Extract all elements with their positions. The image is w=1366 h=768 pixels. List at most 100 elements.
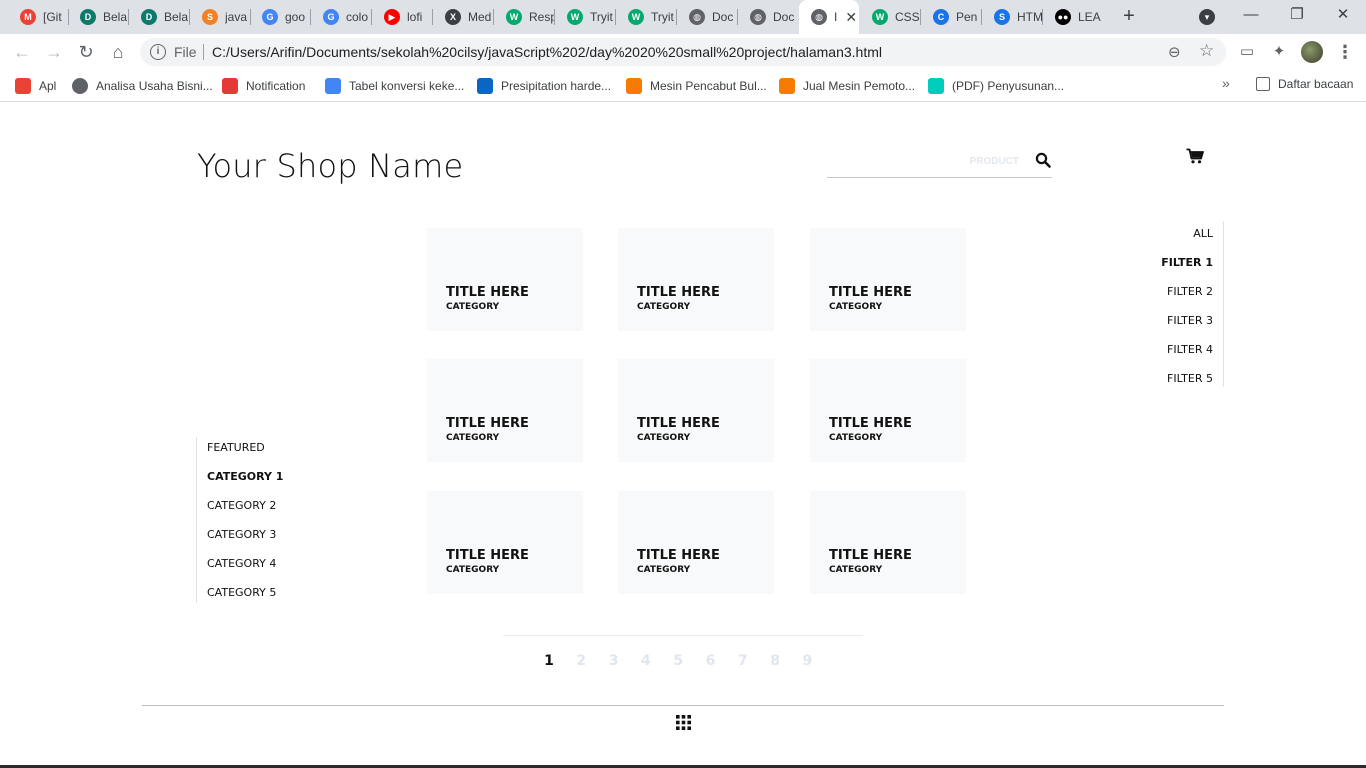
tab-title: HTM [1017,10,1042,24]
browser-tab[interactable]: W CSS [860,6,920,28]
filter-item[interactable]: FILTER 4 [1167,343,1213,356]
bookmark-item[interactable]: Mesin Pencabut Bul... [626,77,767,95]
category-item[interactable]: CATEGORY 1 [207,470,283,483]
shop-page: Your Shop Name ALL FILTER 1 FILTER 2 FILTER… [0,103,1366,768]
forward-icon[interactable]: → [43,41,65,63]
product-title: TITLE HERE [446,416,529,431]
page-number[interactable]: 9 [799,653,815,669]
bookmark-item[interactable]: Notification [222,77,305,95]
browser-tab[interactable]: Sjava [190,6,250,28]
browser-tab[interactable]: X Med [433,6,493,28]
reload-icon[interactable]: ↻ [75,41,97,63]
bookmark-star-icon[interactable]: ☆ [1199,41,1214,61]
tab-title: java [225,10,248,24]
browser-tab[interactable]: D Bela [68,6,128,28]
browser-tab[interactable]: W Tryit [616,6,676,28]
reading-list-button[interactable]: Daftar bacaan [1256,77,1353,91]
page-number[interactable]: 7 [735,653,751,669]
close-window-icon[interactable]: ✕ [1332,4,1354,26]
browser-tab[interactable]: D Bela [129,6,189,28]
product-card[interactable]: TITLE HERE CATEGORY [810,491,966,594]
bookmark-item[interactable]: Analisa Usaha Bisni... [72,77,213,95]
back-icon[interactable]: ← [11,41,33,63]
browser-tab[interactable]: C Pen [921,6,981,28]
bookmark-label: Notification [246,79,306,93]
apps-grid-icon [15,78,31,94]
page-number[interactable]: 1 [541,653,557,669]
restore-icon[interactable]: ❐ [1286,4,1308,26]
browser-tab[interactable]: W Tryit [555,6,615,28]
product-card[interactable]: TITLE HERE CATEGORY [618,228,774,331]
page-number[interactable]: 4 [638,653,654,669]
product-card[interactable]: TITLE HERE CATEGORY [618,359,774,462]
minimize-icon[interactable]: — [1240,4,1262,26]
page-number[interactable]: 2 [573,653,589,669]
filter-item[interactable]: FILTER 1 [1161,256,1213,269]
tab-favicon-icon: ◍ [750,9,766,25]
address-bar[interactable]: i File C:/Users/Arifin/Documents/sekolah… [140,38,1226,66]
tab-title: Tryit [590,10,613,24]
browser-tab[interactable]: S HTM [982,6,1042,28]
filter-item[interactable]: FILTER 3 [1167,314,1213,327]
page-number[interactable]: 3 [606,653,622,669]
bookmark-item[interactable]: Jual Mesin Pemoto... [779,77,915,95]
page-number[interactable]: 5 [670,653,686,669]
bookmark-label: Jual Mesin Pemoto... [803,79,916,93]
search-input[interactable] [827,151,1027,171]
bookmark-item[interactable]: Presipitation harde... [477,77,611,95]
browser-tab[interactable]: W Resp [494,6,554,28]
profile-avatar[interactable] [1301,41,1323,63]
browser-tab[interactable]: ▶ lofi [372,6,432,28]
category-item[interactable]: FEATURED [207,441,265,454]
bookmark-favicon-icon [72,78,88,94]
filter-item[interactable]: FILTER 2 [1167,285,1213,298]
product-card[interactable]: TITLE HERE CATEGORY [810,359,966,462]
product-title: TITLE HERE [829,548,912,563]
filter-item[interactable]: FILTER 5 [1167,372,1213,385]
home-icon[interactable]: ⌂ [107,41,129,63]
site-info-icon[interactable]: i [150,44,166,60]
category-item[interactable]: CATEGORY 4 [207,557,276,570]
reading-list-label: Daftar bacaan [1278,77,1354,91]
tab-title: Bela [164,10,189,24]
browser-tab[interactable]: ◍ Doc [677,6,737,28]
new-tab-button[interactable]: + [1118,5,1140,27]
product-card[interactable]: TITLE HERE CATEGORY [810,228,966,331]
tab-favicon-icon: W [872,9,888,25]
extensions-icon[interactable]: ✦ [1269,42,1289,62]
page-number[interactable]: 8 [767,653,783,669]
more-bookmarks-icon[interactable]: » [1222,75,1230,91]
product-card[interactable]: TITLE HERE CATEGORY [618,491,774,594]
tab-search-icon[interactable]: ▾ [1199,9,1215,25]
browser-tab[interactable]: ◍ Doc [738,6,798,28]
browser-menu-icon[interactable]: ⋮ [1336,41,1354,63]
page-number[interactable]: 6 [703,653,719,669]
category-item[interactable]: CATEGORY 5 [207,586,276,599]
product-card[interactable]: TITLE HERE CATEGORY [427,491,583,594]
category-item[interactable]: CATEGORY 2 [207,499,276,512]
browser-tab[interactable]: Gcolo [311,6,371,28]
product-category: CATEGORY [829,302,883,312]
browser-tab[interactable]: M [Git [8,6,68,28]
search-icon[interactable] [1035,152,1051,168]
bookmark-item[interactable]: (PDF) Penyusunan... [928,77,1064,95]
filter-item[interactable]: ALL [1193,227,1213,240]
browser-tab[interactable]: ●● LEA [1043,6,1103,28]
bookmark-item[interactable]: Tabel konversi keke... [325,77,464,95]
tab-favicon-icon: ●● [1055,9,1071,25]
bookmark-item[interactable]: Apl [15,77,56,95]
product-card[interactable]: TITLE HERE CATEGORY [427,359,583,462]
category-item[interactable]: CATEGORY 3 [207,528,276,541]
browser-tab[interactable]: ◍ I ✕ [799,0,859,34]
url-text[interactable]: C:/Users/Arifin/Documents/sekolah%20cils… [212,44,882,60]
product-category: CATEGORY [446,565,500,575]
browser-tab[interactable]: Ggoo [250,6,310,28]
tab-favicon-icon: M [20,9,36,25]
zoom-icon[interactable]: ⊖ [1168,43,1181,61]
grid-icon[interactable] [676,715,691,730]
media-icon[interactable]: ▭ [1237,42,1257,62]
tab-title: Bela [103,10,128,24]
close-tab-icon[interactable]: ✕ [845,9,857,26]
product-card[interactable]: TITLE HERE CATEGORY [427,228,583,331]
cart-icon[interactable] [1186,148,1204,164]
